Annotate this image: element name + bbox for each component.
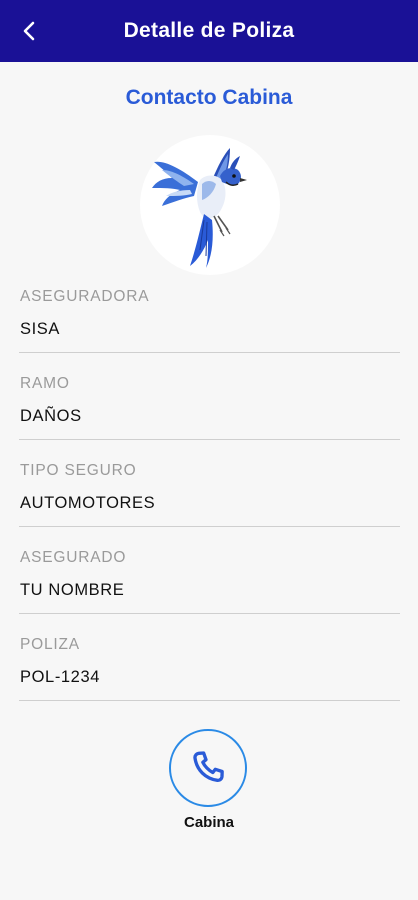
field-value: AUTOMOTORES (20, 494, 156, 512)
call-cabina-button[interactable] (169, 729, 247, 807)
blue-jay-bird-logo (152, 148, 247, 268)
phone-icon (193, 751, 224, 783)
call-button-label: Cabina (183, 814, 234, 831)
chevron-left-icon (23, 21, 35, 41)
field-label: TIPO SEGURO (20, 462, 137, 479)
field-label: ASEGURADO (20, 549, 127, 566)
page-title: Detalle de Poliza (123, 19, 295, 42)
field-aseguradora: ASEGURADORA SISA (19, 288, 400, 353)
field-tipo-seguro: TIPO SEGURO AUTOMOTORES (19, 462, 400, 527)
field-asegurado: ASEGURADO TU NOMBRE (19, 549, 400, 614)
field-label: POLIZA (20, 636, 80, 653)
field-value: DAÑOS (20, 407, 82, 425)
app-bar: Detalle de Poliza (0, 0, 418, 62)
field-label: RAMO (20, 375, 70, 392)
field-poliza: POLIZA POL-1234 (19, 636, 400, 701)
field-value: POL-1234 (20, 668, 101, 686)
field-label: ASEGURADORA (20, 288, 150, 305)
field-ramo: RAMO DAÑOS (19, 375, 400, 440)
logo-avatar (140, 135, 280, 275)
field-value: TU NOMBRE (20, 581, 125, 599)
back-button[interactable] (10, 12, 48, 50)
field-value: SISA (20, 320, 61, 338)
section-title: Contacto Cabina (125, 86, 293, 109)
